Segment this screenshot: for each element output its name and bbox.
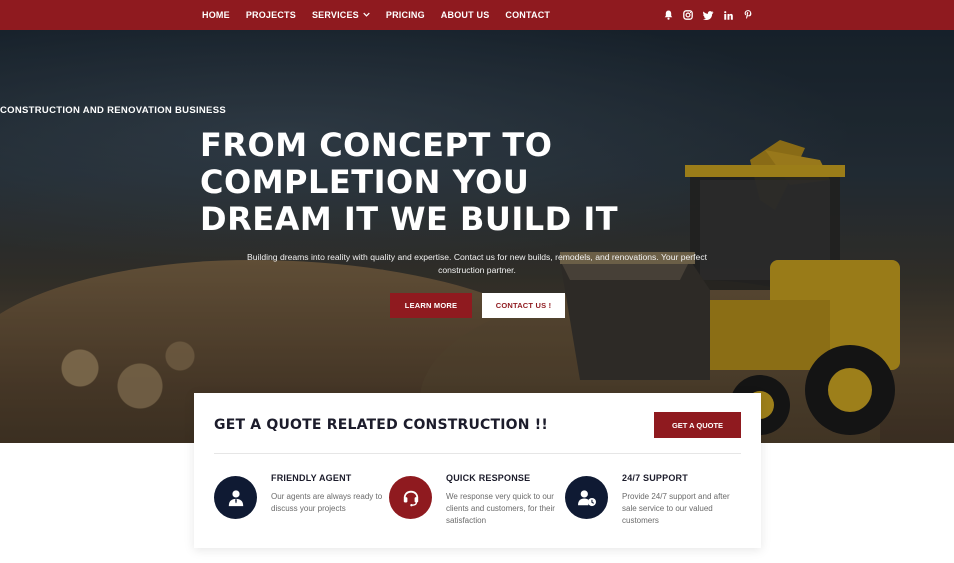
nav-pricing[interactable]: PRICING bbox=[386, 10, 425, 20]
feature-quick-response: QUICK RESPONSE We response very quick to… bbox=[389, 471, 564, 531]
hero-kicker: CONSTRUCTION AND RENOVATION BUSINESS bbox=[0, 105, 226, 116]
feature-title: QUICK RESPONSE bbox=[446, 473, 531, 483]
top-nav-bar: HOME PROJECTS SERVICES PRICING ABOUT US … bbox=[0, 0, 954, 30]
feature-title: FRIENDLY AGENT bbox=[271, 473, 352, 483]
instagram-icon[interactable] bbox=[678, 0, 698, 30]
pinterest-icon[interactable] bbox=[738, 0, 758, 30]
feature-text: Our agents are always ready to discuss y… bbox=[271, 492, 383, 513]
hero-headline-line-3: DREAM IT WE BUILD IT bbox=[200, 200, 619, 238]
nav-services-label: SERVICES bbox=[311, 10, 359, 20]
hero-headline-line-2: COMPLETION YOU bbox=[200, 163, 530, 201]
social-links bbox=[658, 0, 758, 30]
nav-services[interactable]: SERVICES bbox=[312, 10, 370, 20]
learn-more-button[interactable]: LEARN MORE bbox=[390, 293, 472, 318]
feature-title: 24/7 SUPPORT bbox=[622, 473, 688, 483]
quote-card: GET A QUOTE RELATED CONSTRUCTION !! GET … bbox=[194, 393, 761, 548]
bell-icon[interactable] bbox=[658, 0, 678, 30]
contact-us-button[interactable]: CONTACT US ! bbox=[482, 293, 565, 318]
get-a-quote-button[interactable]: GET A QUOTE bbox=[654, 412, 741, 438]
hero-section: CONSTRUCTION AND RENOVATION BUSINESS FRO… bbox=[0, 30, 954, 443]
nav-about-us[interactable]: ABOUT US bbox=[441, 10, 490, 20]
feature-text: Provide 24/7 support and after sale serv… bbox=[622, 492, 730, 525]
feature-friendly-agent: FRIENDLY AGENT Our agents are always rea… bbox=[214, 471, 389, 531]
hero-headline: FROM CONCEPT TO COMPLETION YOU DREAM IT … bbox=[200, 127, 754, 238]
quote-title: GET A QUOTE RELATED CONSTRUCTION !! bbox=[214, 417, 548, 433]
support-clock-icon bbox=[565, 476, 608, 519]
nav-contact[interactable]: CONTACT bbox=[505, 10, 550, 20]
main-nav: HOME PROJECTS SERVICES PRICING ABOUT US … bbox=[202, 0, 566, 30]
linkedin-icon[interactable] bbox=[718, 0, 738, 30]
card-divider bbox=[214, 453, 741, 454]
nav-projects[interactable]: PROJECTS bbox=[246, 10, 296, 20]
hero-headline-line-1: FROM CONCEPT TO bbox=[200, 126, 553, 164]
headset-icon bbox=[389, 476, 432, 519]
nav-home[interactable]: HOME bbox=[202, 10, 230, 20]
hero-subtitle: Building dreams into reality with qualit… bbox=[246, 252, 708, 275]
feature-text: We response very quick to our clients an… bbox=[446, 492, 555, 525]
feature-24-7-support: 24/7 SUPPORT Provide 24/7 support and af… bbox=[565, 471, 740, 531]
twitter-icon[interactable] bbox=[698, 0, 718, 30]
agent-icon bbox=[214, 476, 257, 519]
chevron-down-icon bbox=[363, 11, 370, 20]
